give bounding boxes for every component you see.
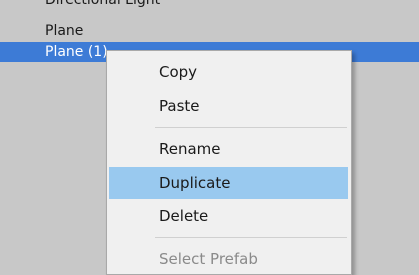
menu-item-paste[interactable]: Paste bbox=[109, 90, 348, 122]
menu-item-copy[interactable]: Copy bbox=[109, 56, 348, 88]
hierarchy-item-plane[interactable]: Plane bbox=[0, 21, 419, 41]
menu-item-label: Duplicate bbox=[159, 174, 231, 192]
menu-item-label: Rename bbox=[159, 140, 221, 158]
hierarchy-item-label: Directional Light bbox=[45, 0, 161, 8]
context-menu: Copy Paste Rename Duplicate Delete Selec… bbox=[106, 50, 352, 275]
menu-item-label: Select Prefab bbox=[159, 250, 258, 268]
menu-item-rename[interactable]: Rename bbox=[109, 133, 348, 165]
menu-item-label: Delete bbox=[159, 207, 209, 225]
menu-item-label: Paste bbox=[159, 97, 200, 115]
hierarchy-item-directional-light[interactable]: Directional Light bbox=[0, 0, 419, 10]
menu-item-delete[interactable]: Delete bbox=[109, 200, 348, 232]
menu-item-label: Copy bbox=[159, 63, 198, 81]
hierarchy-item-label: Plane bbox=[45, 23, 84, 39]
menu-separator bbox=[155, 237, 347, 238]
hierarchy-item-label: Plane (1) bbox=[45, 44, 108, 60]
menu-item-duplicate[interactable]: Duplicate bbox=[109, 167, 348, 199]
menu-item-select-prefab: Select Prefab bbox=[109, 243, 348, 275]
menu-separator bbox=[155, 127, 347, 128]
